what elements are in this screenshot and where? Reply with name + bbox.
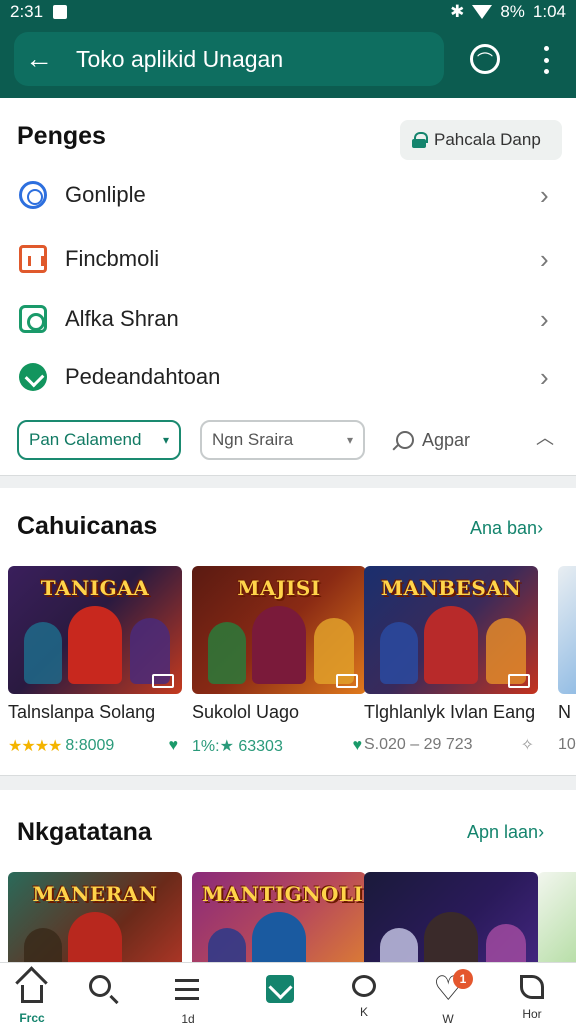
- wifi-icon: [472, 5, 493, 19]
- menu-row-label: Pedeandahtoan: [65, 364, 221, 389]
- filter-primary-label: Pan Calamend: [29, 430, 142, 449]
- leaf-icon: [520, 975, 544, 999]
- menu-row-protect[interactable]: Pedeandahtoan ›: [0, 348, 576, 406]
- app-thumbnail: TANIGAA: [8, 566, 182, 694]
- app-bar: ← Toko aplikid Unagan ⌒: [0, 24, 576, 98]
- app-card-partial[interactable]: N 10: [558, 566, 576, 766]
- timer-icon[interactable]: ⌒: [470, 44, 500, 74]
- apps-icon: [266, 975, 294, 1003]
- app-banner-text: MANTIGNOLI: [202, 882, 364, 906]
- heart-icon: 1: [433, 969, 473, 1009]
- nav-search[interactable]: [70, 963, 130, 1024]
- account-card: Penges Pahcala Danp Gonliple › Fincbmoli…: [0, 98, 576, 476]
- see-all-label: Ana ban: [470, 518, 538, 538]
- menu-row-account[interactable]: Alfka Shran ›: [0, 290, 576, 348]
- menu-row-label: Gonliple: [65, 182, 146, 207]
- filter-secondary-dropdown[interactable]: Ngn Sraira ▾: [200, 420, 365, 460]
- nav-chat[interactable]: K: [334, 963, 394, 1024]
- menu-row-google[interactable]: Gonliple ›: [0, 166, 576, 224]
- heart-icon[interactable]: ♥: [353, 737, 363, 755]
- chevron-right-icon: ›: [540, 243, 549, 274]
- filter-primary-dropdown[interactable]: Pan Calamend ▾: [17, 420, 181, 460]
- app-rating: S.020 – 29 723: [364, 736, 473, 753]
- app-banner-text: MANBESAN: [380, 576, 522, 600]
- status-clock: 1:04: [532, 2, 566, 21]
- finance-icon: [19, 245, 47, 273]
- google-icon: [19, 181, 47, 209]
- home-icon: [21, 985, 43, 1003]
- status-bar: 2:31 ✱ 8% 1:04: [0, 0, 576, 24]
- filter-search-label: Agpar: [422, 429, 471, 450]
- menu-row-finance[interactable]: Fincbmoli ›: [0, 230, 576, 288]
- app-rating: 8:8009: [65, 737, 115, 754]
- see-all-link[interactable]: Apn laan›: [467, 822, 544, 843]
- nav-list[interactable]: 1d: [158, 963, 218, 1024]
- nav-profile[interactable]: Hor: [502, 963, 562, 1024]
- chevron-down-icon: ▾: [346, 433, 353, 447]
- search-pill[interactable]: ← Toko aplikid Unagan: [14, 32, 444, 86]
- lock-icon: [412, 132, 428, 148]
- app-name: Talnslanpa Solang: [8, 702, 156, 722]
- app-bar-title: Toko aplikid Unagan: [76, 45, 284, 72]
- menu-row-label: Fincbmoli: [65, 246, 160, 271]
- card-heading: Penges: [17, 122, 106, 150]
- chevron-right-icon: ›: [540, 179, 549, 210]
- nav-label: W: [442, 1011, 454, 1024]
- app-rating: 1%:★ 63303: [192, 738, 283, 755]
- nav-label: K: [359, 1005, 368, 1019]
- menu-row-label: Alfka Shran: [65, 306, 179, 331]
- see-all-label: Apn laan: [467, 822, 539, 842]
- notification-badge: 1: [453, 969, 473, 989]
- account-icon: [19, 305, 47, 333]
- rating-stars: ★★★★: [8, 738, 62, 755]
- app-name: Tlghlanlyk Ivlan Eang: [364, 702, 536, 722]
- chevron-right-icon: ›: [540, 361, 549, 392]
- filter-secondary-label: Ngn Sraira: [212, 430, 294, 449]
- nav-apps[interactable]: [250, 963, 310, 1024]
- see-all-link[interactable]: Ana ban›: [470, 518, 543, 539]
- nav-label: Frcc: [19, 1011, 45, 1024]
- section-title: Nkgatatana: [17, 818, 152, 846]
- nav-label: 1d: [181, 1011, 195, 1024]
- nav-wishlist[interactable]: 1 W: [418, 963, 478, 1024]
- app-meta: 1%:★ 63303 ♥: [192, 736, 366, 756]
- app-meta: ★★★★ 8:8009 ♥: [8, 736, 182, 756]
- battery-level: 8%: [500, 2, 525, 21]
- section-title: Cahuicanas: [17, 512, 158, 540]
- app-name: Sukolol Uago: [192, 702, 300, 722]
- status-time: 2:31: [10, 2, 44, 21]
- search-icon: [396, 431, 414, 449]
- heart-icon[interactable]: ♥: [169, 737, 179, 755]
- app-thumbnail: MANBESAN: [364, 566, 538, 694]
- back-arrow-icon[interactable]: ←: [14, 32, 64, 86]
- more-options-icon[interactable]: [532, 42, 560, 78]
- protect-icon: [19, 363, 47, 391]
- chevron-right-icon: ›: [540, 303, 549, 334]
- section-featured: Cahuicanas Ana ban› TANIGAA Talnslanpa S…: [0, 488, 576, 776]
- search-icon: [89, 975, 111, 997]
- chat-icon: [352, 975, 376, 997]
- filter-bar: Pan Calamend ▾ Ngn Sraira ▾ Agpar ︿: [0, 418, 576, 464]
- chevron-down-icon: ▾: [162, 433, 169, 447]
- app-rating: 10: [558, 736, 576, 753]
- app-name: N: [558, 702, 571, 722]
- app-banner-text: MANERAN: [32, 882, 158, 906]
- lock-chip[interactable]: Pahcala Danp: [400, 120, 562, 160]
- vibrate-icon: ✱: [450, 2, 465, 21]
- bottom-navigation: Frcc 1d K 1 W Hor: [0, 962, 576, 1024]
- lock-chip-label: Pahcala Danp: [434, 130, 541, 149]
- app-meta: S.020 – 29 723 ✧: [364, 736, 538, 754]
- app-thumbnail: [558, 566, 576, 694]
- nav-home[interactable]: Frcc: [2, 963, 62, 1024]
- app-thumbnail: MAJISI: [192, 566, 366, 694]
- app-banner-text: MAJISI: [237, 576, 321, 600]
- app-meta: 10: [558, 736, 576, 754]
- share-icon[interactable]: ✧: [521, 735, 534, 755]
- notification-icon: [53, 5, 68, 19]
- chevron-up-icon[interactable]: ︿: [536, 424, 554, 450]
- app-banner-text: TANIGAA: [40, 576, 150, 600]
- nav-label: Hor: [522, 1007, 542, 1021]
- list-icon: [173, 975, 203, 1004]
- filter-search-button[interactable]: Agpar: [396, 420, 470, 460]
